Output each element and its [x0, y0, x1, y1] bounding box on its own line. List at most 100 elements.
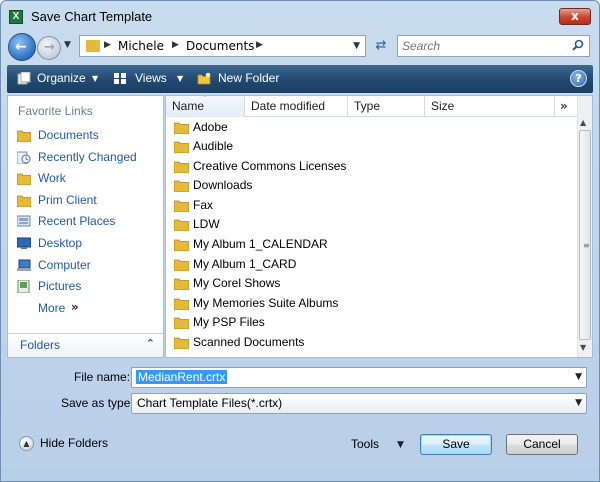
column-header-label: Date modified: [251, 99, 326, 113]
forward-arrow-icon: →: [44, 40, 55, 55]
file-name: Scanned Documents: [193, 335, 305, 349]
file-row-my-album-1-calendar[interactable]: My Album 1_CALENDAR: [172, 235, 572, 255]
search-box[interactable]: [397, 35, 590, 57]
nav-item-prim-client[interactable]: Prim Client: [14, 191, 160, 211]
more-chevron-icon[interactable]: »: [71, 300, 79, 314]
save-as-type-select[interactable]: Chart Template Files(*.crtx) ▼: [131, 393, 587, 414]
views-button[interactable]: Views: [135, 71, 167, 85]
file-row-audible[interactable]: Audible: [172, 137, 572, 157]
nav-item-label: Recently Changed: [38, 150, 137, 164]
file-name: My Memories Suite Albums: [193, 296, 339, 310]
organize-caret-icon: ▼: [92, 74, 99, 83]
file-row-my-memories-suite-albums[interactable]: My Memories Suite Albums: [172, 294, 572, 314]
tools-button[interactable]: Tools: [351, 437, 379, 451]
breadcrumb-separator-icon: ▶: [172, 40, 179, 50]
recent-icon: [17, 151, 31, 164]
folder-icon: [174, 337, 189, 349]
folder-icon: [174, 161, 189, 173]
file-name: Creative Commons Licenses: [193, 159, 347, 173]
more-links[interactable]: More: [38, 301, 65, 315]
views-caret-icon: ▼: [177, 74, 184, 83]
file-name: Audible: [193, 139, 234, 153]
file-name: Adobe: [193, 120, 228, 134]
chevron-down-icon[interactable]: ▼: [575, 372, 582, 382]
address-dropdown-icon[interactable]: ▼: [353, 41, 360, 51]
excel-icon: X: [9, 10, 23, 24]
search-input[interactable]: [402, 38, 562, 54]
close-button[interactable]: x: [559, 8, 591, 25]
tools-caret-icon[interactable]: ▼: [397, 440, 404, 450]
recent-pages-dropdown[interactable]: ▼: [64, 40, 71, 50]
file-row-ldw[interactable]: LDW: [172, 215, 572, 235]
file-row-downloads[interactable]: Downloads: [172, 176, 572, 196]
file-name-value[interactable]: MedianRent.crtx: [136, 370, 228, 384]
breadcrumb-michele[interactable]: Michele: [118, 39, 164, 53]
grip-icon: ≡: [583, 241, 590, 250]
folders-bar[interactable]: Folders ⌃: [8, 333, 163, 357]
refresh-button[interactable]: ⇄: [370, 35, 392, 57]
nav-item-recent-places[interactable]: Recent Places: [14, 212, 160, 232]
more-columns-icon[interactable]: »: [560, 99, 568, 113]
chevron-up-icon: ▲: [19, 436, 34, 451]
save-dialog: X Save Chart Template x ← → ▼ ▶ Michele …: [0, 0, 600, 482]
folders-label: Folders: [20, 338, 61, 352]
file-row-fax[interactable]: Fax: [172, 196, 572, 216]
search-icon[interactable]: [572, 39, 584, 51]
scroll-down-icon[interactable]: ▼: [580, 343, 586, 352]
file-name: Fax: [193, 198, 214, 212]
help-button[interactable]: ?: [570, 70, 587, 87]
forward-button[interactable]: →: [37, 36, 61, 60]
breadcrumb-documents[interactable]: Documents: [186, 39, 254, 53]
file-name: My PSP Files: [193, 315, 265, 329]
nav-item-recently-changed[interactable]: Recently Changed: [14, 148, 160, 168]
scrollbar-thumb[interactable]: ≡: [579, 130, 591, 340]
nav-item-documents[interactable]: Documents: [14, 126, 160, 146]
column-header-date-modified[interactable]: Date modified: [245, 96, 348, 117]
nav-item-pictures[interactable]: Pictures: [14, 277, 160, 297]
folder-icon: [174, 200, 189, 212]
folder-icon: [174, 298, 189, 310]
column-headers: ˄ Name Date modified Type Size »: [166, 96, 578, 117]
nav-item-label: Work: [38, 171, 66, 185]
organize-icon: [17, 72, 31, 85]
file-row-scanned-documents[interactable]: Scanned Documents: [172, 333, 572, 353]
file-name: Downloads: [193, 178, 253, 192]
nav-item-desktop[interactable]: Desktop: [14, 234, 160, 254]
save-button[interactable]: Save: [420, 434, 492, 455]
file-row-adobe[interactable]: Adobe: [172, 118, 572, 138]
organize-button[interactable]: Organize: [37, 71, 86, 85]
file-row-my-corel-shows[interactable]: My Corel Shows: [172, 274, 572, 294]
vertical-scrollbar[interactable]: ▲ ≡ ▼: [577, 96, 592, 357]
hide-folders-button[interactable]: ▲ Hide Folders: [19, 435, 119, 453]
column-header-type[interactable]: Type: [348, 96, 425, 117]
folder-icon: [17, 195, 31, 207]
views-icon: [114, 73, 126, 84]
file-name-field[interactable]: MedianRent.crtx ▼: [131, 367, 587, 388]
nav-item-label: Recent Places: [38, 214, 116, 228]
file-row-my-album-1-card[interactable]: My Album 1_CARD: [172, 255, 572, 275]
file-row-creative-commons-licenses[interactable]: Creative Commons Licenses: [172, 157, 572, 177]
back-arrow-icon: ←: [15, 39, 27, 55]
file-row-my-psp-files[interactable]: My PSP Files: [172, 313, 572, 333]
new-folder-icon: [197, 72, 211, 85]
back-button[interactable]: ←: [8, 33, 36, 61]
file-name: LDW: [193, 217, 220, 231]
column-header-label: Name: [172, 99, 205, 113]
nav-item-work[interactable]: Work: [14, 169, 160, 189]
chevron-down-icon[interactable]: ▼: [575, 398, 582, 408]
folder-icon: [174, 278, 189, 290]
title-bar: X Save Chart Template x: [1, 1, 599, 31]
folder-icon: [17, 173, 31, 185]
scroll-up-icon[interactable]: ▲: [580, 118, 586, 127]
column-header-size[interactable]: Size: [425, 96, 555, 117]
column-header-name[interactable]: ˄ Name: [166, 96, 245, 117]
nav-item-computer[interactable]: Computer: [14, 256, 160, 276]
file-name: My Album 1_CALENDAR: [193, 237, 328, 251]
column-header-label: Type: [354, 99, 381, 113]
favorite-links-header: Favorite Links: [18, 104, 93, 118]
address-bar[interactable]: ▶ Michele ▶ Documents ▶ ▼: [79, 35, 366, 57]
nav-item-label: Desktop: [38, 236, 83, 250]
new-folder-button[interactable]: New Folder: [218, 71, 279, 85]
cancel-button[interactable]: Cancel: [506, 434, 578, 455]
save-as-type-label: Save as type:: [61, 396, 134, 410]
